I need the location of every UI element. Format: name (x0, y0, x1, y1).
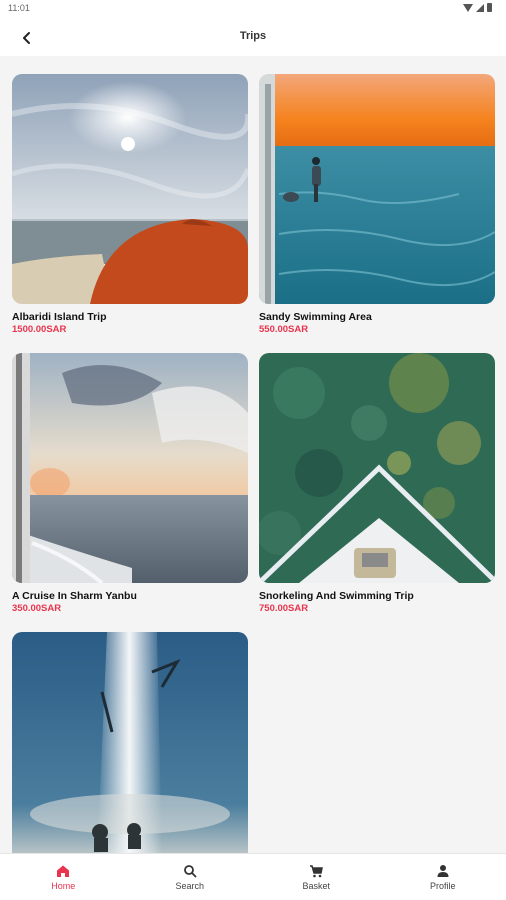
nav-home[interactable]: Home (0, 854, 127, 900)
home-icon (57, 865, 70, 877)
nav-profile-label: Profile (429, 881, 456, 891)
search-icon (183, 865, 197, 878)
trip-price: 750.00SAR (259, 603, 309, 614)
nav-basket[interactable]: Basket (253, 854, 380, 900)
battery-icon (487, 3, 492, 12)
trip-name: A Cruise In Sharm Yanbu (12, 590, 137, 602)
trip-price: 1500.00SAR (12, 324, 67, 335)
trip-photo-sandy (259, 74, 495, 304)
page-title: Trips (239, 30, 267, 42)
trip-name: Albaridi Island Trip (12, 311, 107, 323)
app-bar: Trips (0, 18, 506, 56)
trip-price: 350.00SAR (12, 603, 62, 614)
nav-basket-label: Basket (302, 881, 330, 891)
nav-home-label: Home (51, 881, 76, 891)
bottom-nav: Home Search Basket Profile (0, 853, 506, 900)
status-icons (463, 3, 492, 12)
trip-photo-albaridi (12, 74, 248, 304)
nav-search-label: Search (175, 881, 205, 891)
wifi-icon (463, 3, 473, 12)
trip-card[interactable]: Snorkeling And Swimming Trip 750.00SAR (259, 353, 495, 615)
person-icon (437, 865, 449, 877)
trip-card[interactable] (12, 632, 248, 862)
trip-photo-snorkeling (259, 353, 495, 583)
trip-card[interactable]: A Cruise In Sharm Yanbu 350.00SAR (12, 353, 248, 615)
status-time: 11:01 (8, 3, 30, 13)
signal-icon (476, 3, 484, 12)
trip-card[interactable]: Albaridi Island Trip 1500.00SAR (12, 74, 248, 336)
trip-name: Snorkeling And Swimming Trip (259, 590, 414, 602)
trip-price: 550.00SAR (259, 324, 309, 335)
trip-card[interactable]: Sandy Swimming Area 550.00SAR (259, 74, 495, 336)
trip-name: Sandy Swimming Area (259, 311, 372, 323)
nav-search[interactable]: Search (127, 854, 254, 900)
trip-photo-diving (12, 632, 248, 862)
status-bar: 11:01 (0, 0, 506, 18)
nav-profile[interactable]: Profile (380, 854, 506, 900)
cart-icon (310, 865, 324, 878)
trip-photo-cruise (12, 353, 248, 583)
